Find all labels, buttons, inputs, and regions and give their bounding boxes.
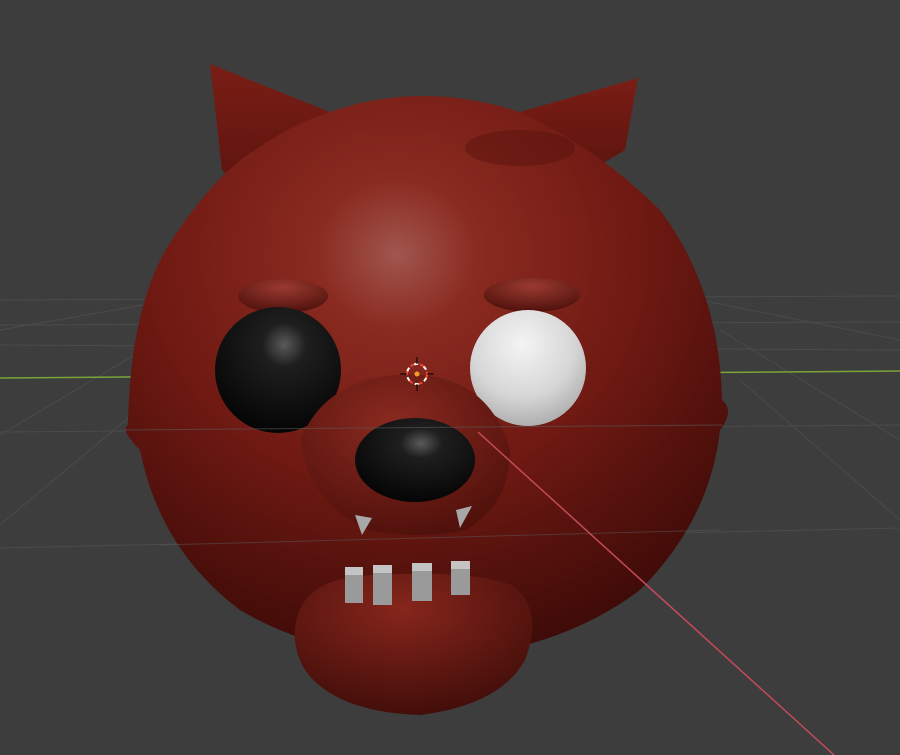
nose[interactable] (355, 418, 475, 502)
skin-texture-patch (465, 130, 575, 166)
viewport-canvas[interactable] (0, 0, 900, 755)
right-brow (484, 278, 580, 312)
tooth (412, 563, 432, 601)
tooth (451, 561, 470, 595)
tooth (345, 567, 363, 603)
tooth (373, 565, 392, 605)
3d-viewport[interactable] (0, 0, 900, 755)
